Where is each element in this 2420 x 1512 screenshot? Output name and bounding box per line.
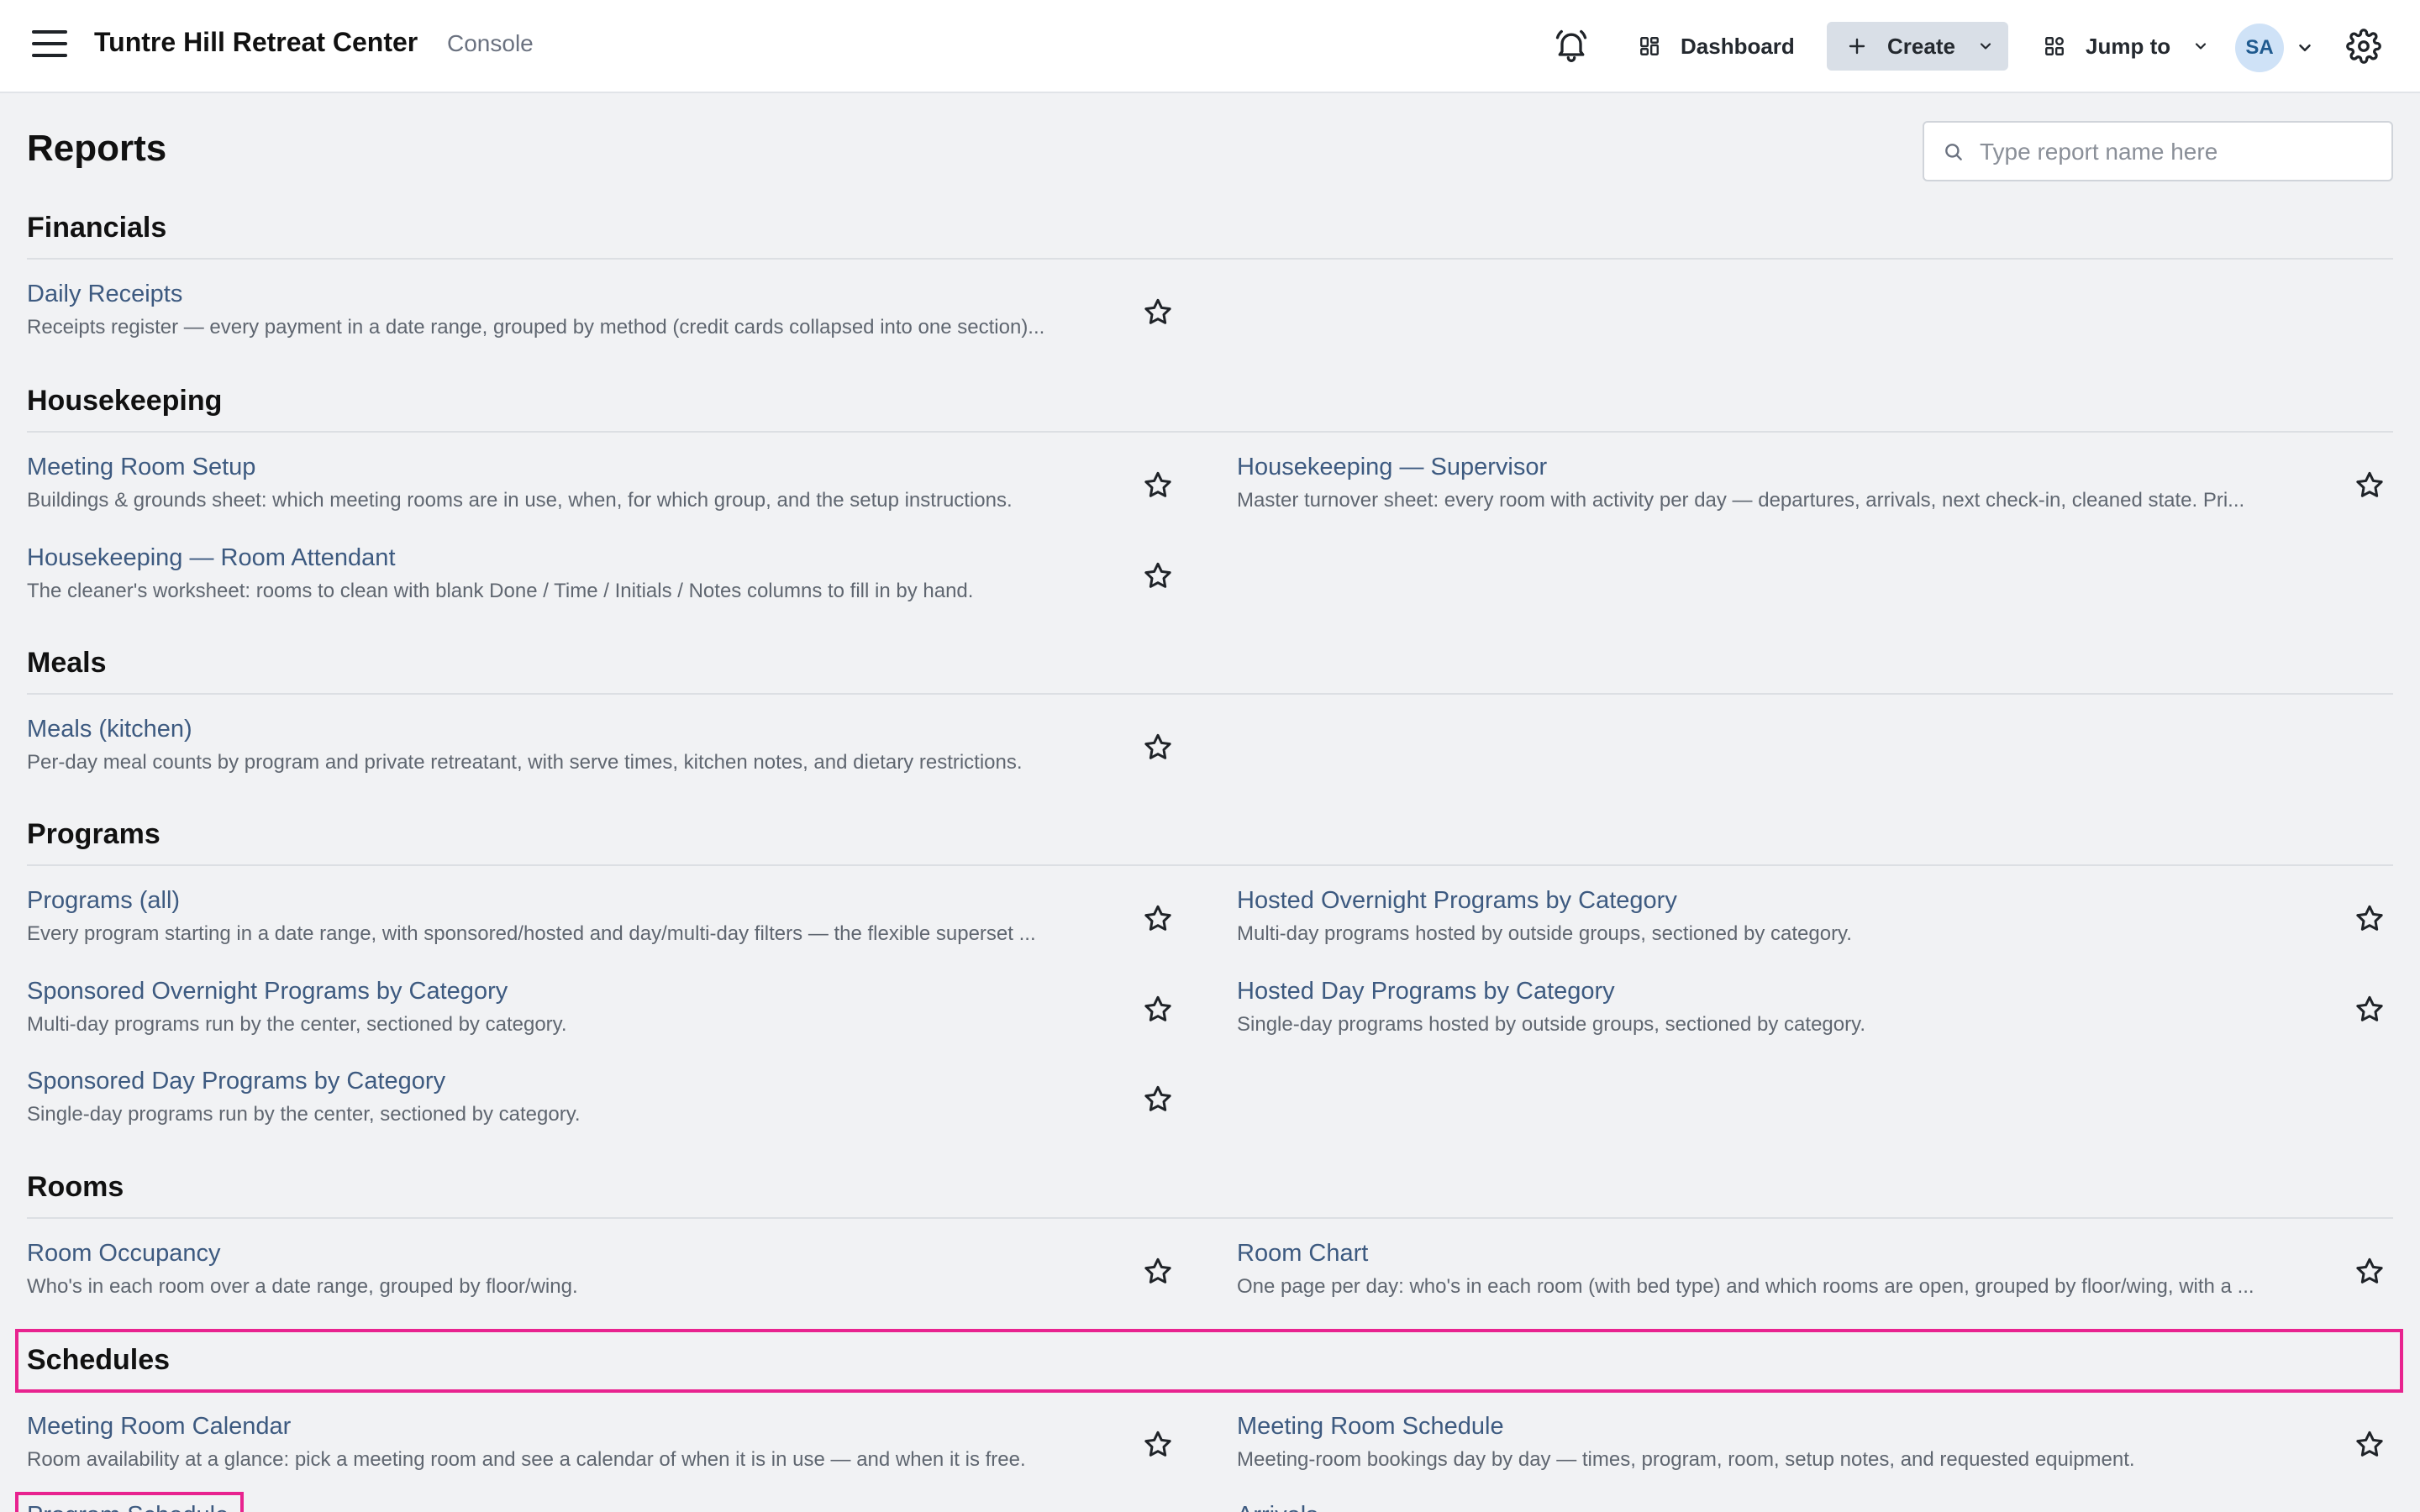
star-icon[interactable] bbox=[1141, 902, 1175, 936]
report-item-sponsored-overnight-programs: Sponsored Overnight Programs by Category… bbox=[27, 978, 1237, 1053]
avatar[interactable]: SA bbox=[2235, 24, 2284, 72]
dashboard-button[interactable]: Dashboard bbox=[1634, 22, 1800, 71]
star-icon[interactable] bbox=[1141, 559, 1175, 593]
jump-to-button[interactable]: Jump to bbox=[2044, 22, 2209, 71]
report-description: Meeting-room bookings day by day — times… bbox=[1237, 1448, 2135, 1471]
star-icon[interactable] bbox=[1141, 469, 1175, 502]
report-link[interactable]: Housekeeping — Room Attendant bbox=[27, 544, 396, 572]
report-link[interactable]: Meeting Room Schedule bbox=[1237, 1413, 1504, 1441]
report-link[interactable]: Hosted Day Programs by Category bbox=[1237, 978, 1615, 1005]
report-item-hosted-overnight-programs: Hosted Overnight Programs by Category Mu… bbox=[1237, 887, 2420, 963]
report-link[interactable]: Room Occupancy bbox=[27, 1240, 221, 1268]
report-link[interactable]: Housekeeping — Supervisor bbox=[1237, 454, 1547, 481]
section-title-financials: Financials bbox=[27, 212, 2393, 260]
report-description: Multi-day programs run by the center, se… bbox=[27, 1013, 567, 1036]
report-item-housekeeping-supervisor: Housekeeping — Supervisor Master turnove… bbox=[1237, 454, 2420, 529]
report-description: Per-day meal counts by program and priva… bbox=[27, 751, 1023, 774]
star-icon[interactable] bbox=[1141, 296, 1175, 329]
report-link[interactable]: Meeting Room Calendar bbox=[27, 1413, 291, 1441]
report-link[interactable]: Hosted Overnight Programs by Category bbox=[1237, 887, 1677, 915]
report-link[interactable]: Sponsored Overnight Programs by Category bbox=[27, 978, 508, 1005]
report-description: Master turnover sheet: every room with a… bbox=[1237, 489, 2245, 512]
top-bar: Tuntre Hill Retreat Center Console Dashb… bbox=[0, 0, 2420, 93]
highlight-box bbox=[15, 1492, 244, 1512]
report-link[interactable]: Programs (all) bbox=[27, 887, 180, 915]
jump-to-icon bbox=[2045, 37, 2064, 55]
report-item-meeting-room-setup: Meeting Room Setup Buildings & grounds s… bbox=[27, 454, 1237, 529]
report-item-room-occupancy: Room Occupancy Who's in each room over a… bbox=[27, 1240, 1237, 1315]
plus-icon bbox=[1849, 38, 1865, 55]
star-icon[interactable] bbox=[2353, 902, 2386, 936]
search-icon bbox=[1945, 144, 1962, 160]
page-title: Reports bbox=[27, 128, 167, 169]
report-description: Single-day programs run by the center, s… bbox=[27, 1103, 581, 1126]
star-icon[interactable] bbox=[1141, 1428, 1175, 1462]
report-description: Every program starting in a date range, … bbox=[27, 922, 1036, 945]
notification-bell-icon[interactable] bbox=[1553, 27, 1590, 64]
star-icon[interactable] bbox=[2353, 469, 2386, 502]
report-item-programs-all: Programs (all) Every program starting in… bbox=[27, 887, 1237, 963]
chevron-down-icon bbox=[2196, 43, 2207, 50]
report-link[interactable]: Meeting Room Setup bbox=[27, 454, 255, 481]
report-description: Multi-day programs hosted by outside gro… bbox=[1237, 922, 1852, 945]
dashboard-icon bbox=[1640, 37, 1659, 55]
section-title-housekeeping: Housekeeping bbox=[27, 385, 2393, 433]
star-icon[interactable] bbox=[2353, 1428, 2386, 1462]
star-icon[interactable] bbox=[1141, 1083, 1175, 1116]
app-subtitle: Console bbox=[447, 30, 534, 56]
report-link[interactable]: Arrivals bbox=[1237, 1502, 1318, 1512]
chevron-down-icon[interactable] bbox=[2296, 39, 2314, 57]
report-link[interactable]: Meals (kitchen) bbox=[27, 716, 192, 743]
report-description: Room availability at a glance: pick a me… bbox=[27, 1448, 1026, 1471]
report-link[interactable]: Room Chart bbox=[1237, 1240, 1368, 1268]
report-item-sponsored-day-programs: Sponsored Day Programs by Category Singl… bbox=[27, 1068, 1237, 1143]
chevron-down-icon bbox=[1980, 43, 1991, 50]
report-description: Single-day programs hosted by outside gr… bbox=[1237, 1013, 1865, 1036]
report-item-meeting-room-schedule: Meeting Room Schedule Meeting-room booki… bbox=[1237, 1413, 2420, 1488]
star-icon[interactable] bbox=[2353, 993, 2386, 1026]
report-item-housekeeping-room-attendant: Housekeeping — Room Attendant The cleane… bbox=[27, 544, 1237, 620]
section-title-rooms: Rooms bbox=[27, 1171, 2393, 1219]
report-link[interactable]: Sponsored Day Programs by Category bbox=[27, 1068, 445, 1095]
jump-to-label: Jump to bbox=[2086, 33, 2171, 59]
report-description: Buildings & grounds sheet: which meeting… bbox=[27, 489, 1013, 512]
report-item-meeting-room-calendar: Meeting Room Calendar Room availability … bbox=[27, 1413, 1237, 1488]
report-description: One page per day: who's in each room (wi… bbox=[1237, 1275, 2254, 1298]
report-item-daily-receipts: Daily Receipts Receipts register — every… bbox=[27, 281, 1237, 356]
report-description: Receipts register — every payment in a d… bbox=[27, 316, 1045, 339]
dashboard-label: Dashboard bbox=[1681, 33, 1795, 59]
star-icon[interactable] bbox=[1141, 1255, 1175, 1289]
report-item-room-chart: Room Chart One page per day: who's in ea… bbox=[1237, 1240, 2420, 1315]
menu-icon[interactable] bbox=[32, 30, 67, 60]
highlight-box bbox=[15, 1329, 2403, 1393]
section-title-programs: Programs bbox=[27, 818, 2393, 866]
create-label: Create bbox=[1887, 33, 1955, 59]
search-input[interactable] bbox=[1980, 131, 2383, 173]
app-title[interactable]: Tuntre Hill Retreat Center bbox=[94, 27, 418, 58]
report-search[interactable] bbox=[1923, 121, 2393, 181]
star-icon[interactable] bbox=[1141, 731, 1175, 764]
report-item-meals-kitchen: Meals (kitchen) Per-day meal counts by p… bbox=[27, 716, 1237, 791]
star-icon[interactable] bbox=[2353, 1255, 2386, 1289]
report-description: Who's in each room over a date range, gr… bbox=[27, 1275, 578, 1298]
star-icon[interactable] bbox=[1141, 993, 1175, 1026]
section-title-meals: Meals bbox=[27, 647, 2393, 695]
report-description: The cleaner's worksheet: rooms to clean … bbox=[27, 580, 974, 602]
report-link[interactable]: Daily Receipts bbox=[27, 281, 182, 308]
report-item-arrivals: Arrivals bbox=[1237, 1502, 2420, 1512]
create-button[interactable]: Create bbox=[1827, 22, 2008, 71]
report-item-hosted-day-programs: Hosted Day Programs by Category Single-d… bbox=[1237, 978, 2420, 1053]
gear-icon[interactable] bbox=[2346, 29, 2381, 64]
